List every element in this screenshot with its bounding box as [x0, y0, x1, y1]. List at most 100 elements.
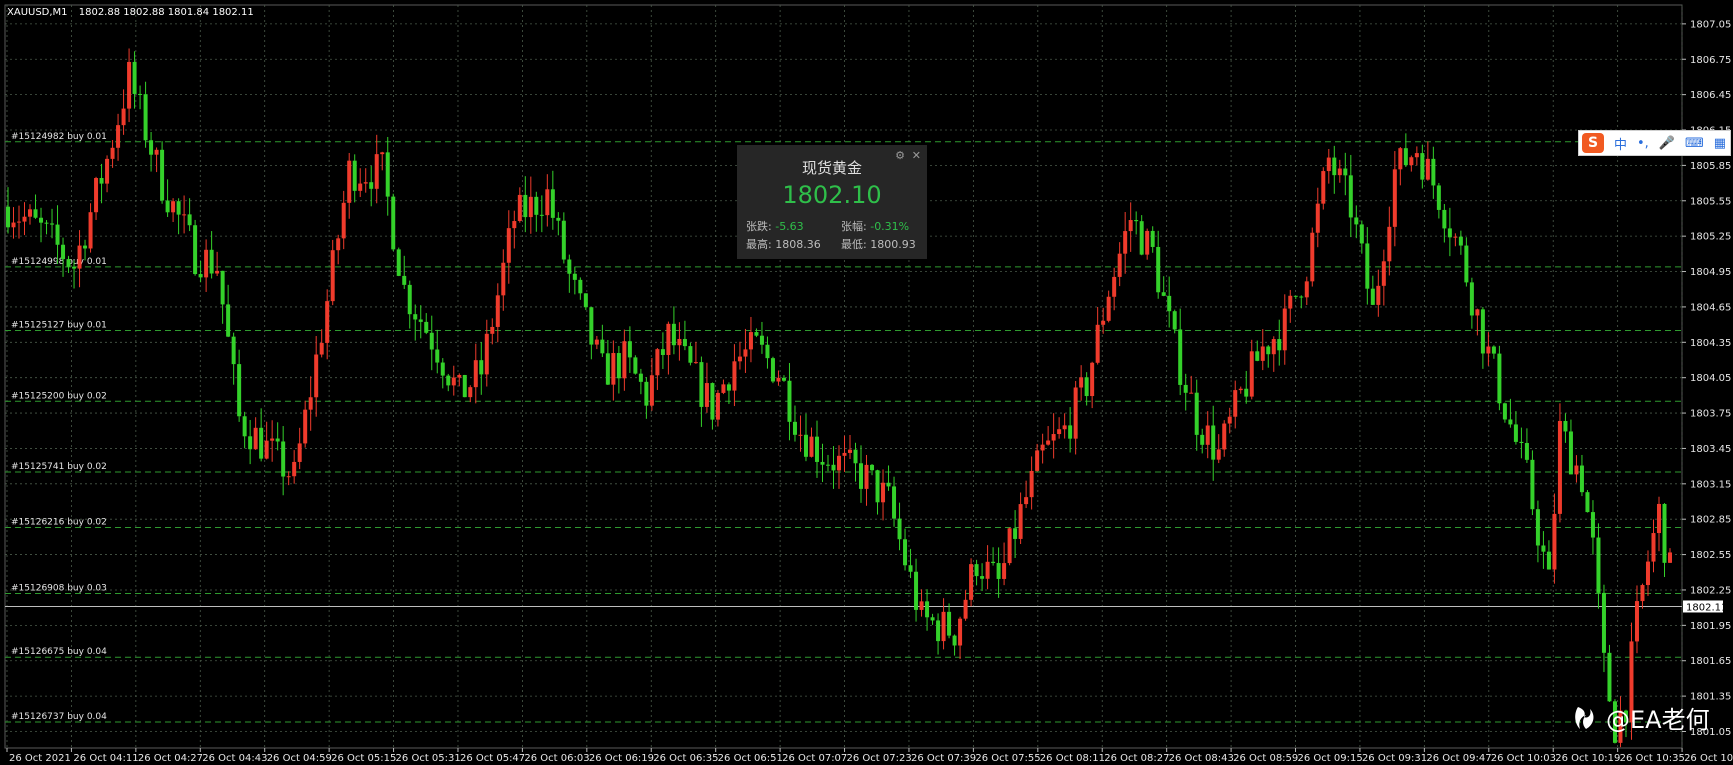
- candle-body: [770, 358, 775, 382]
- time-tick-label: 26 Oct 05:15: [331, 753, 396, 764]
- candle-body: [567, 259, 572, 274]
- candle-body: [143, 94, 148, 141]
- candle-body: [759, 335, 764, 345]
- candle-body: [1585, 492, 1590, 513]
- candle-body: [495, 295, 500, 327]
- candle-body: [809, 436, 814, 457]
- candle-body: [1266, 346, 1271, 355]
- candle-body: [204, 249, 209, 278]
- candle-body: [633, 357, 638, 374]
- time-tick-label: 26 Oct 04:27: [138, 753, 203, 764]
- candle-body: [1145, 230, 1150, 255]
- quote-title: 现货黄金: [801, 159, 862, 177]
- candle-body: [1546, 551, 1551, 570]
- candle-body: [1046, 440, 1051, 445]
- candle-body: [1183, 384, 1188, 393]
- candle-body: [1337, 168, 1342, 176]
- candle-body: [1150, 230, 1155, 247]
- candle-body: [837, 455, 841, 471]
- candle-body: [121, 108, 126, 126]
- keyboard-icon[interactable]: ⌨: [1685, 136, 1704, 151]
- candle-body: [1101, 320, 1106, 325]
- candle-body: [1513, 424, 1518, 442]
- candle-body: [418, 319, 423, 322]
- candle-body: [99, 177, 104, 184]
- candle-body: [55, 224, 60, 245]
- microphone-icon[interactable]: 🎤: [1659, 136, 1675, 151]
- candle-body: [1024, 497, 1029, 505]
- candle-body: [1178, 329, 1183, 385]
- ime-punctuation-button[interactable]: •,: [1637, 136, 1649, 151]
- candle-body: [903, 539, 908, 566]
- candle-body: [886, 482, 891, 487]
- candle-body: [1205, 425, 1210, 445]
- candle-body: [1139, 221, 1144, 255]
- candle-body: [1326, 157, 1331, 172]
- candle-body: [1172, 311, 1177, 330]
- candle-body: [1607, 652, 1612, 702]
- candle-body: [1018, 504, 1023, 539]
- candle-body: [1601, 592, 1606, 653]
- candle-body: [1040, 444, 1045, 451]
- candle-body: [732, 361, 737, 391]
- candle-body: [1249, 351, 1254, 397]
- candle-body: [1535, 509, 1540, 546]
- time-tick-label: 26 Oct 2021: [9, 753, 71, 764]
- candle-body: [182, 214, 187, 216]
- candle-body: [1244, 388, 1249, 397]
- ime-toolbar[interactable]: S 中 •, 🎤 ⌨ ▦: [1578, 130, 1731, 156]
- price-axis: 1807.051806.751806.451806.151805.851805.…: [1682, 19, 1731, 738]
- candle-body: [622, 341, 627, 379]
- plot-frame: [4, 4, 1683, 749]
- chart-window[interactable]: #15124982 buy 0.01 #15124998 buy 0.01 #151…: [0, 0, 1733, 765]
- candle-body: [209, 249, 214, 274]
- candle-body: [1189, 392, 1194, 394]
- candle-body: [710, 383, 715, 420]
- candle-body: [831, 464, 836, 471]
- candle-body: [22, 216, 27, 222]
- candle-body: [286, 476, 291, 478]
- price-chart[interactable]: #15124982 buy 0.01 #15124998 buy 0.01 #151…: [0, 0, 1733, 765]
- candle-body: [897, 518, 902, 540]
- candle-body: [952, 635, 957, 646]
- candle-body: [925, 601, 930, 618]
- candle-body: [435, 349, 440, 363]
- change-value: -5.63: [775, 220, 804, 233]
- ime-chinese-mode-button[interactable]: 中: [1614, 134, 1627, 153]
- candle-body: [220, 270, 225, 305]
- candle-body: [1464, 245, 1469, 283]
- candle-body: [1376, 285, 1381, 305]
- candle-body: [1387, 226, 1392, 262]
- candle-body: [451, 377, 456, 386]
- candle-body: [237, 364, 242, 417]
- current-price-label: 1802.11: [1686, 602, 1727, 613]
- candle-body: [1095, 324, 1100, 363]
- candle-body: [462, 374, 467, 398]
- quote-widget[interactable]: ⚙ ✕ 现货黄金 1802.10 张跌: -5.63 张幅: -0.31% 最高…: [737, 145, 927, 259]
- candle-body: [325, 301, 330, 343]
- candle-body: [253, 427, 258, 450]
- chart-header: XAUUSD,M1 1802.88 1802.88 1801.84 1802.1…: [7, 7, 254, 18]
- order-label: #15126908 buy 0.03: [11, 584, 107, 594]
- candle-body: [627, 341, 632, 358]
- candle-body: [820, 461, 825, 465]
- candle-body: [677, 338, 682, 346]
- grid-menu-icon[interactable]: ▦: [1714, 136, 1726, 151]
- candle-body: [1442, 209, 1447, 229]
- candle-body: [242, 416, 247, 437]
- time-tick-label: 26 Oct 05:47: [460, 753, 525, 764]
- time-tick-label: 26 Oct 10:19: [1555, 753, 1620, 764]
- candle-body: [171, 201, 176, 213]
- candle-body: [958, 618, 963, 646]
- candle-body: [512, 221, 517, 229]
- sogou-logo-icon[interactable]: S: [1582, 133, 1604, 153]
- candle-body: [1381, 261, 1386, 286]
- candle-body: [743, 349, 748, 357]
- order-label: #15126675 buy 0.04: [11, 647, 107, 657]
- candle-body: [556, 217, 561, 221]
- candle-body: [149, 140, 154, 155]
- candle-body: [545, 189, 550, 216]
- time-tick-label: 26 Oct 04:59: [267, 753, 332, 764]
- candle-body: [969, 564, 974, 600]
- candle-body: [765, 344, 770, 359]
